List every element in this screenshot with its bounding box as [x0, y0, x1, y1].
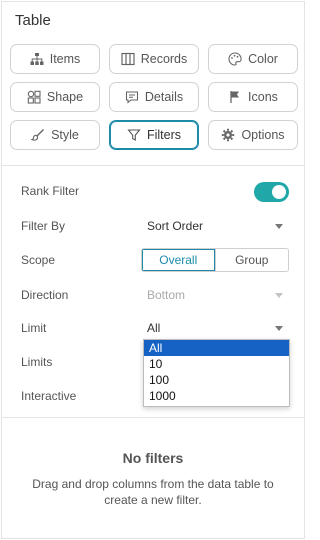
filter-by-label: Filter By — [21, 219, 66, 233]
direction-value: Bottom — [147, 288, 186, 302]
chevron-down-icon — [275, 326, 283, 331]
rank-filter-label: Rank Filter — [21, 184, 80, 198]
scope-label: Scope — [21, 253, 56, 267]
tab-label: Filters — [146, 128, 182, 142]
columns-icon — [121, 52, 135, 66]
scope-overall-button[interactable]: Overall — [142, 249, 215, 271]
limit-value: All — [147, 321, 161, 335]
tab-options[interactable]: Options — [208, 120, 298, 150]
limit-option-10[interactable]: 10 — [144, 356, 289, 372]
interactive-label: Interactive — [21, 389, 77, 403]
flag-icon — [228, 90, 242, 104]
tab-label: Style — [51, 128, 79, 142]
shapes-icon — [27, 90, 41, 104]
tab-icons[interactable]: Icons — [208, 82, 298, 112]
palette-icon — [228, 52, 242, 66]
limit-label: Limit — [21, 321, 47, 335]
tab-label: Items — [49, 52, 81, 66]
filters-panel: Table Items Records Color Shape Details … — [1, 1, 305, 539]
direction-select[interactable]: Bottom — [147, 288, 289, 306]
tab-color[interactable]: Color — [208, 44, 298, 74]
empty-state-title: No filters — [122, 450, 184, 466]
scope-segmented-control: Overall Group — [141, 248, 289, 272]
filter-by-select[interactable]: Sort Order — [147, 219, 289, 237]
limits-label: Limits — [21, 355, 53, 369]
tab-items[interactable]: Items — [10, 44, 100, 74]
gear-icon — [221, 128, 235, 142]
limit-dropdown-list: All 10 100 1000 — [143, 339, 290, 407]
empty-state-divider — [2, 417, 304, 418]
tab-details[interactable]: Details — [109, 82, 199, 112]
tab-filters[interactable]: Filters — [109, 120, 199, 150]
tab-style[interactable]: Style — [10, 120, 100, 150]
filter-by-value: Sort Order — [147, 219, 204, 233]
tab-label: Color — [248, 52, 278, 66]
tab-label: Shape — [46, 90, 84, 104]
chevron-down-icon — [275, 293, 283, 298]
tab-label: Details — [144, 90, 184, 104]
panel-title: Table — [15, 12, 51, 29]
scope-group-button[interactable]: Group — [214, 249, 288, 271]
filter-icon — [127, 128, 141, 142]
limit-select[interactable]: All — [147, 321, 289, 339]
hierarchy-icon — [30, 52, 44, 66]
tab-label: Options — [241, 128, 285, 142]
limit-option-1000[interactable]: 1000 — [144, 388, 289, 404]
section-divider — [2, 165, 304, 166]
empty-state-description: Drag and drop columns from the data tabl… — [32, 477, 274, 507]
limit-option-100[interactable]: 100 — [144, 372, 289, 388]
tab-shape[interactable]: Shape — [10, 82, 100, 112]
tab-label: Records — [140, 52, 188, 66]
toggle-knob — [272, 185, 286, 199]
rank-filter-toggle[interactable] — [254, 182, 289, 202]
limit-option-all[interactable]: All — [144, 340, 289, 356]
chevron-down-icon — [275, 224, 283, 229]
brush-icon — [31, 128, 45, 142]
comment-icon — [125, 90, 139, 104]
tab-label: Icons — [248, 90, 278, 104]
tab-records[interactable]: Records — [109, 44, 199, 74]
direction-label: Direction — [21, 288, 69, 302]
